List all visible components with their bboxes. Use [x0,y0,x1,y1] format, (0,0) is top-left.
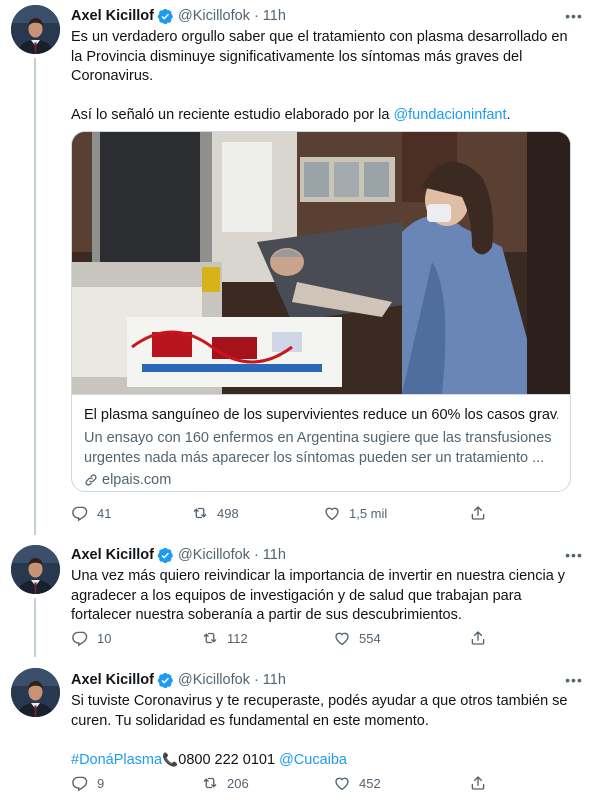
timestamp[interactable]: 11h [263,8,286,24]
tweet-header: Axel Kicillof @Kicillofok · 11h [71,545,286,565]
separator-dot: · [253,8,259,24]
tweet-3[interactable]: Axel Kicillof @Kicillofok · 11h ••• Si t… [0,657,598,800]
timestamp[interactable]: 11h [263,672,286,688]
tweet-text: Es un verdadero orgullo saber que el tra… [71,28,571,125]
retweet-count: 112 [227,630,248,646]
share-button[interactable] [469,629,495,647]
like-button[interactable]: 554 [333,629,381,647]
card-domain[interactable]: elpais.com [84,472,558,488]
like-icon [333,629,351,647]
author-name[interactable]: Axel Kicillof [71,547,154,563]
more-options-icon[interactable]: ••• [564,6,584,26]
tweet-text: Una vez más quiero reivindicar la import… [71,568,566,624]
tweet-header: Axel Kicillof @Kicillofok · 11h [71,670,286,690]
link-card[interactable]: El plasma sanguíneo de los superviviente… [71,131,571,492]
share-button[interactable] [469,504,495,522]
retweet-button[interactable]: 498 [191,504,239,522]
card-title[interactable]: El plasma sanguíneo de los superviviente… [84,406,558,425]
link-icon [85,474,97,486]
retweet-count: 498 [217,505,239,521]
separator-dot: · [253,547,259,563]
author-name[interactable]: Axel Kicillof [71,672,154,688]
tweet-text-segment: . [506,106,511,123]
verified-badge-icon [157,8,174,25]
verified-badge-icon [157,547,174,564]
tweet-paragraph: Si tuviste Coronavirus y te recuperaste,… [71,693,568,729]
share-icon [469,774,487,792]
hashtag-link[interactable]: #DonáPlasma [71,752,162,768]
tweet-actions: 41 498 1,5 mil [71,504,501,528]
tweet-2[interactable]: Axel Kicillof @Kicillofok · 11h ••• Una … [0,535,598,657]
like-count: 1,5 mil [349,505,388,521]
reply-button[interactable]: 9 [71,774,104,792]
mention-link[interactable]: @Cucaiba [279,752,347,768]
author-handle[interactable]: @Kicillofok [178,8,250,24]
more-options-icon[interactable]: ••• [564,670,584,690]
reply-count: 10 [97,630,112,646]
retweet-icon [201,774,219,792]
verified-badge-icon [157,672,174,689]
separator-dot: · [253,672,259,688]
share-button[interactable] [469,774,495,792]
like-count: 452 [359,775,381,791]
retweet-button[interactable]: 112 [201,629,248,647]
reply-button[interactable]: 41 [71,504,111,522]
phone-icon: 📞 [162,752,179,768]
share-icon [469,629,487,647]
retweet-button[interactable]: 206 [201,774,249,792]
author-handle[interactable]: @Kicillofok [178,547,250,563]
author-handle[interactable]: @Kicillofok [178,672,250,688]
tweet-paragraph: #DonáPlasma📞0800 222 0101 @Cucaiba [71,750,571,771]
avatar[interactable] [11,668,60,717]
like-icon [333,774,351,792]
retweet-icon [191,504,209,522]
timestamp[interactable]: 11h [263,547,286,563]
retweet-icon [201,629,219,647]
tweet-text-segment: Así lo señaló un reciente estudio elabor… [71,106,394,123]
like-count: 554 [359,630,381,646]
reply-button[interactable]: 10 [71,629,111,647]
card-domain-text: elpais.com [102,472,172,489]
reply-icon [71,629,89,647]
share-icon [469,504,487,522]
tweet-paragraph: Así lo señaló un reciente estudio elabor… [71,106,571,126]
tweet-paragraph: Es un verdadero orgullo saber que el tra… [71,29,568,85]
reply-count: 41 [97,505,112,521]
author-name[interactable]: Axel Kicillof [71,8,154,24]
tweet-actions: 10 112 554 [71,629,501,653]
like-button[interactable]: 452 [333,774,381,792]
card-description: Un ensayo con 160 enfermos en Argentina … [84,430,552,466]
tweet-header: Axel Kicillof @Kicillofok · 11h [71,6,286,26]
thread-connector [34,598,36,657]
reply-count: 9 [97,775,105,791]
more-options-icon[interactable]: ••• [564,545,584,565]
tweet-text: Si tuviste Coronavirus y te recuperaste,… [71,692,571,771]
avatar[interactable] [11,545,60,594]
card-body: El plasma sanguíneo de los superviviente… [72,394,570,488]
tweet-1[interactable]: Axel Kicillof @Kicillofok · 11h ••• Es u… [0,0,598,535]
retweet-count: 206 [227,775,249,791]
thread-connector [34,58,36,535]
like-icon [323,504,341,522]
tweet-actions: 9 206 452 [71,774,501,798]
mention-link[interactable]: @fundacioninfant [393,107,506,123]
phone-number: 0800 222 0101 [178,752,276,769]
card-image [72,132,570,394]
like-button[interactable]: 1,5 mil [323,504,387,522]
reply-icon [71,504,89,522]
reply-icon [71,774,89,792]
avatar[interactable] [11,5,60,54]
